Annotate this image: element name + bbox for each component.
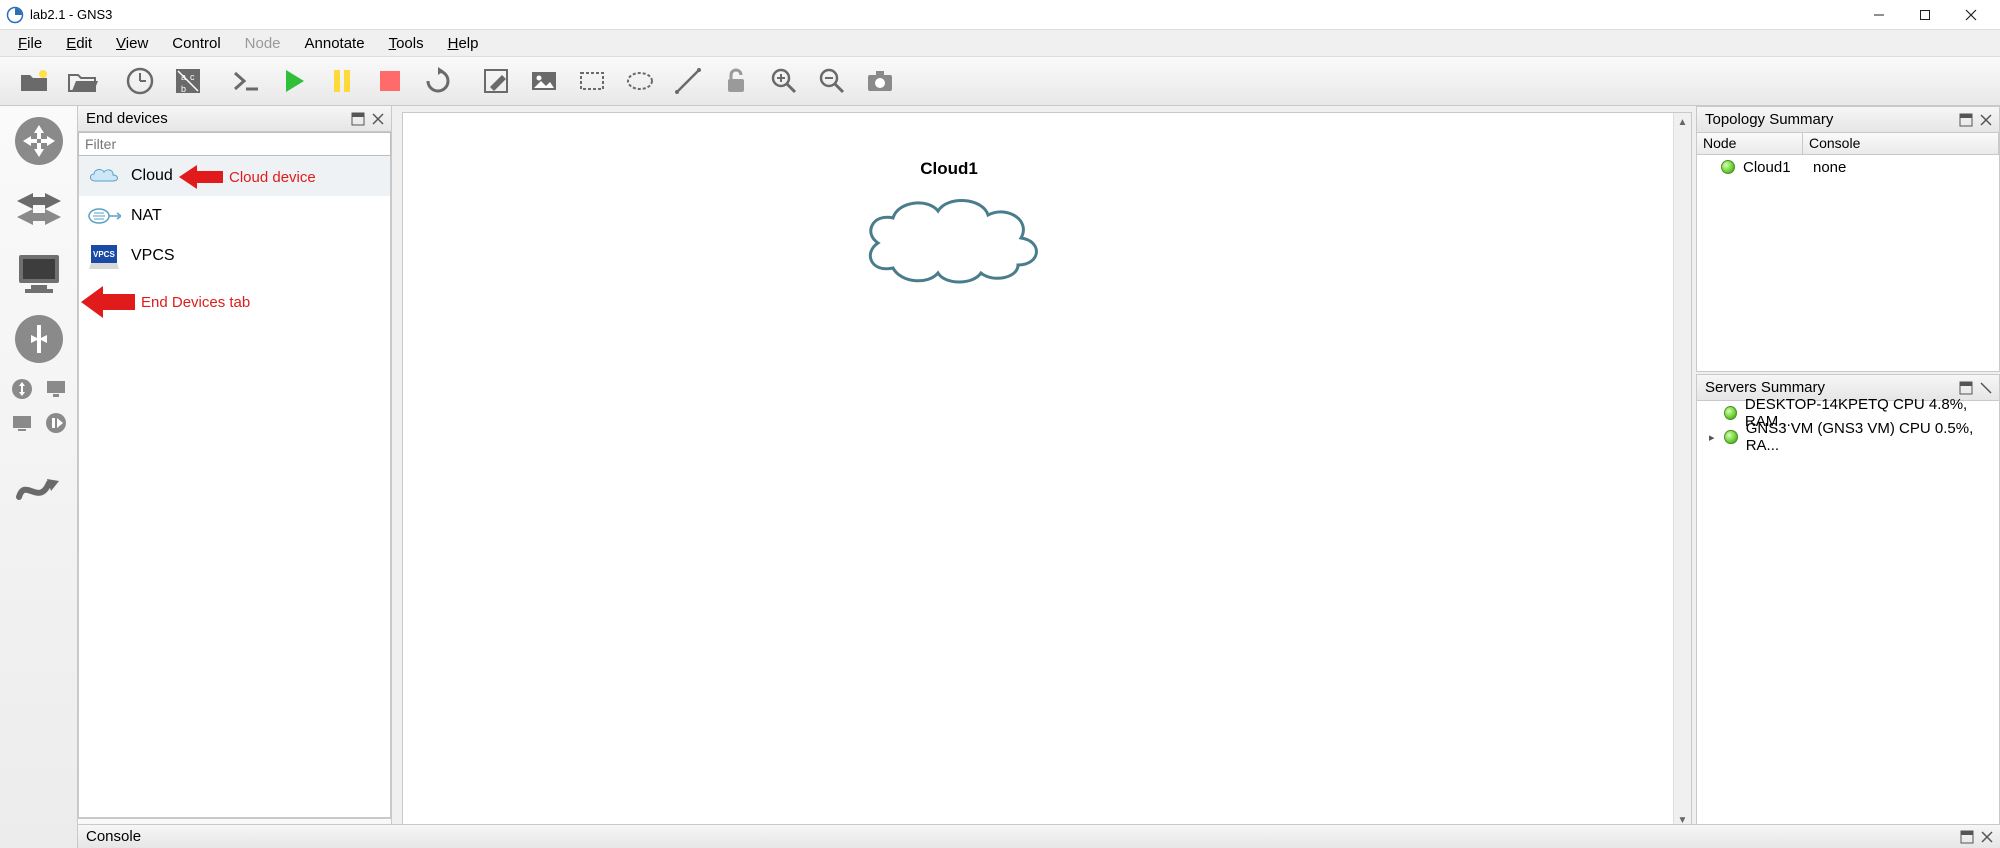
start-all-button[interactable] xyxy=(270,59,318,103)
devices-panel-header: End devices xyxy=(78,106,391,132)
status-led-icon xyxy=(1724,406,1737,420)
device-rail xyxy=(0,106,78,848)
right-sidebar: Topology Summary Node Console Cloud1 non… xyxy=(1696,106,2000,848)
topology-node-console: none xyxy=(1813,159,1846,176)
device-list: Cloud NAT VPCS VPCS Cloud device xyxy=(78,156,391,818)
col-node[interactable]: Node xyxy=(1697,133,1803,154)
device-filter-input[interactable] xyxy=(78,132,391,156)
menu-bar: F/*noop*/ile Edit View Control Node Anno… xyxy=(0,30,2000,56)
insert-image-button[interactable] xyxy=(520,59,568,103)
topology-canvas[interactable]: Cloud1 ▲ ▼ xyxy=(402,112,1692,830)
server-text: GNS3 VM (GNS3 VM) CPU 0.5%, RA... xyxy=(1746,420,1995,454)
snapshot-button[interactable] xyxy=(116,59,164,103)
svg-text:c: c xyxy=(190,72,195,82)
dock-button[interactable] xyxy=(1957,111,1975,129)
menu-node: Node xyxy=(233,33,293,54)
topology-summary-pane: Topology Summary Node Console Cloud1 non… xyxy=(1696,106,2000,372)
menu-view[interactable]: View xyxy=(104,33,160,54)
device-item-cloud[interactable]: Cloud xyxy=(79,156,390,196)
security-devices-tab[interactable] xyxy=(10,310,68,368)
reload-all-button[interactable] xyxy=(414,59,462,103)
server-row[interactable]: ▸ GNS3 VM (GNS3 VM) CPU 0.5%, RA... xyxy=(1697,425,1999,449)
device-label: VPCS xyxy=(131,247,175,265)
draw-line-button[interactable] xyxy=(664,59,712,103)
devices-panel-title: End devices xyxy=(86,110,168,127)
add-link-tab[interactable] xyxy=(10,458,68,516)
canvas-scroll-vertical[interactable]: ▲ ▼ xyxy=(1673,113,1691,829)
all-devices-tab[interactable] xyxy=(9,376,35,402)
screenshot-button[interactable] xyxy=(856,59,904,103)
window-title: lab2.1 - GNS3 xyxy=(30,7,112,22)
canvas-area: Cloud1 ▲ ▼ ◄ ► xyxy=(392,106,1696,848)
servers-summary-pane: Servers Summary DESKTOP-14KPETQ CPU 4.8%… xyxy=(1696,374,2000,846)
topology-table-header: Node Console xyxy=(1697,133,1999,155)
end-devices-tab[interactable] xyxy=(10,244,68,302)
switches-tab[interactable] xyxy=(10,178,68,236)
show-names-button[interactable]: acb xyxy=(164,59,212,103)
device-label: NAT xyxy=(131,207,162,225)
main-toolbar: acb xyxy=(0,56,2000,106)
servers-title: Servers Summary xyxy=(1705,379,1825,396)
close-panel-button[interactable] xyxy=(1978,828,1996,846)
close-panel-button[interactable] xyxy=(1977,111,1995,129)
lock-button[interactable] xyxy=(712,59,760,103)
console-panel-header: Console xyxy=(78,824,2000,848)
close-panel-button[interactable] xyxy=(369,110,387,128)
expand-icon[interactable]: ▸ xyxy=(1707,431,1716,444)
menu-file[interactable]: F/*noop*/ile xyxy=(6,33,54,54)
canvas-node-label: Cloud1 xyxy=(920,159,978,179)
console-all-button[interactable] xyxy=(222,59,270,103)
zoom-in-button[interactable] xyxy=(760,59,808,103)
menu-edit[interactable]: Edit xyxy=(54,33,104,54)
scroll-up-icon[interactable]: ▲ xyxy=(1674,113,1691,131)
new-project-button[interactable] xyxy=(10,59,58,103)
browse-right-icon[interactable] xyxy=(43,410,69,436)
all-devices-tab-2[interactable] xyxy=(43,376,69,402)
svg-text:b: b xyxy=(181,84,186,94)
vpcs-icon: VPCS xyxy=(87,244,121,268)
device-label: Cloud xyxy=(131,167,173,185)
dock-button[interactable] xyxy=(1957,379,1975,397)
pause-all-button[interactable] xyxy=(318,59,366,103)
menu-tools[interactable]: Tools xyxy=(377,33,436,54)
col-console[interactable]: Console xyxy=(1803,133,1999,154)
cloud-icon xyxy=(87,164,121,188)
title-bar: lab2.1 - GNS3 xyxy=(0,0,2000,30)
menu-annotate[interactable]: Annotate xyxy=(293,33,377,54)
topology-title: Topology Summary xyxy=(1705,111,1833,128)
console-title: Console xyxy=(86,828,141,845)
dock-button[interactable] xyxy=(349,110,367,128)
menu-help[interactable]: Help xyxy=(436,33,491,54)
draw-rect-button[interactable] xyxy=(568,59,616,103)
nat-icon xyxy=(87,204,121,228)
topology-node-name: Cloud1 xyxy=(1743,159,1805,176)
add-note-button[interactable] xyxy=(472,59,520,103)
status-led-icon xyxy=(1724,430,1737,444)
stop-all-button[interactable] xyxy=(366,59,414,103)
maximize-button[interactable] xyxy=(1902,0,1948,30)
browse-left-icon[interactable] xyxy=(9,410,35,436)
draw-ellipse-button[interactable] xyxy=(616,59,664,103)
svg-text:VPCS: VPCS xyxy=(93,250,115,259)
annotation-end-devices-tab: End Devices tab xyxy=(81,284,250,320)
app-icon xyxy=(6,6,24,24)
menu-control[interactable]: Control xyxy=(160,33,232,54)
open-project-button[interactable] xyxy=(58,59,106,103)
topology-row[interactable]: Cloud1 none xyxy=(1697,155,1999,179)
dock-button[interactable] xyxy=(1958,828,1976,846)
canvas-cloud-node[interactable] xyxy=(853,183,1053,298)
main-area: End devices Cloud NAT VPCS xyxy=(0,106,2000,848)
minimize-button[interactable] xyxy=(1856,0,1902,30)
device-item-vpcs[interactable]: VPCS VPCS xyxy=(79,236,390,276)
close-panel-button[interactable] xyxy=(1977,379,1995,397)
routers-tab[interactable] xyxy=(10,112,68,170)
status-led-icon xyxy=(1721,160,1735,174)
devices-panel: End devices Cloud NAT VPCS xyxy=(78,106,392,848)
zoom-out-button[interactable] xyxy=(808,59,856,103)
close-button[interactable] xyxy=(1948,0,1994,30)
device-item-nat[interactable]: NAT xyxy=(79,196,390,236)
